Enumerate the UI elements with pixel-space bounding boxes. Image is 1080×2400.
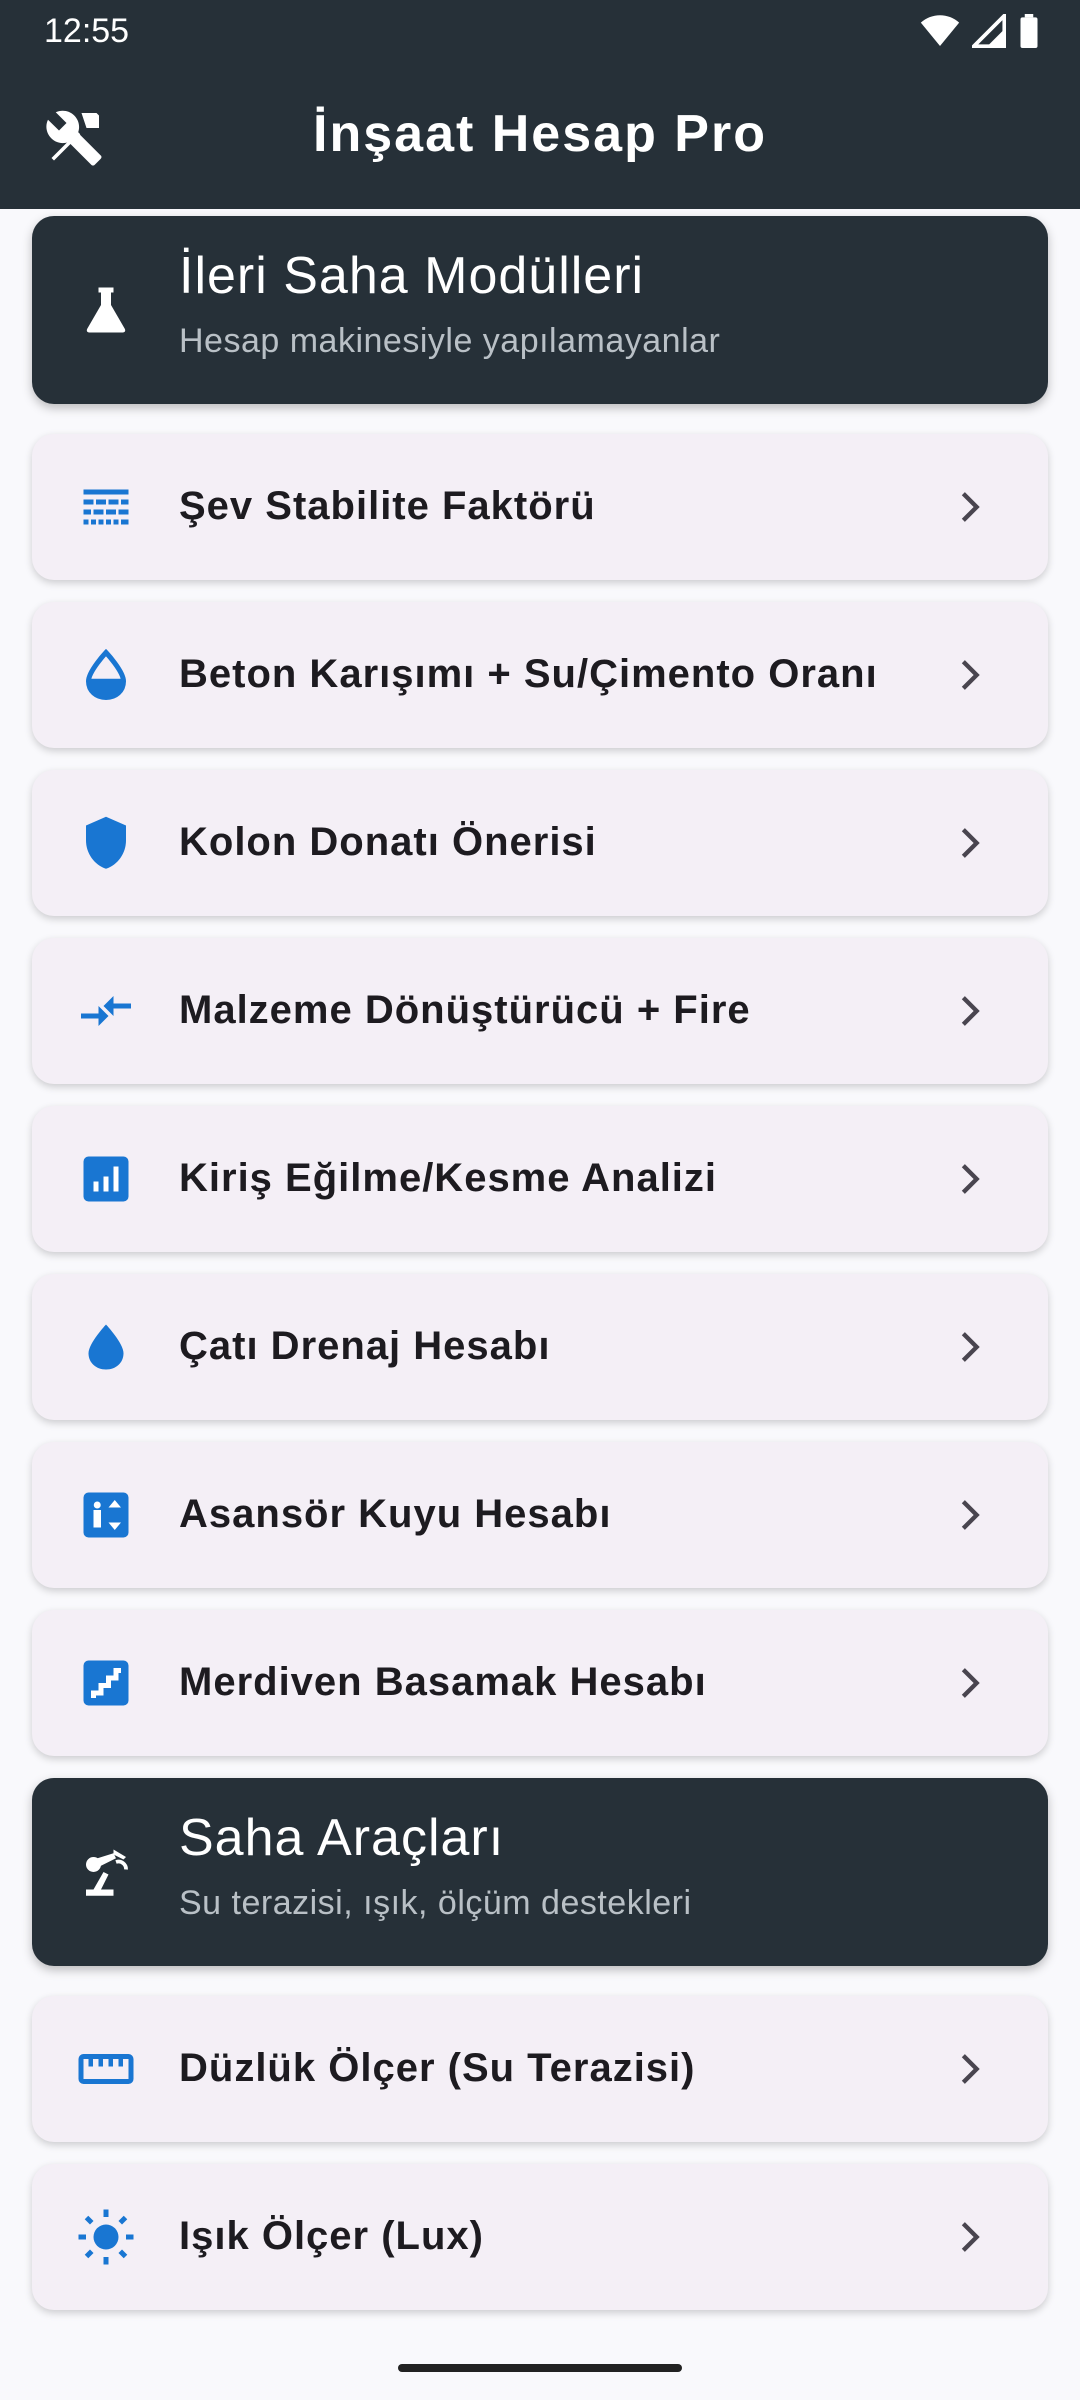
- section-title: Saha Araçları: [179, 1809, 505, 1867]
- menu-item-slope-stability[interactable]: Şev Stabilite Faktörü: [32, 434, 1048, 580]
- menu-item-spirit-level[interactable]: Düzlük Ölçer (Su Terazisi): [32, 1996, 1048, 2142]
- signal-icon: [972, 14, 1006, 48]
- menu-item-label: Merdiven Basamak Hesabı: [179, 1660, 707, 1704]
- section-header-field-tools: Saha Araçları Su terazisi, ışık, ölçüm d…: [32, 1778, 1048, 1966]
- status-icons: [920, 14, 1040, 48]
- menu-item-label: Malzeme Dönüştürücü + Fire: [179, 988, 751, 1032]
- chevron-right-icon: [961, 1500, 980, 1530]
- menu-item-column-rebar[interactable]: Kolon Donatı Önerisi: [32, 770, 1048, 916]
- chevron-right-icon: [961, 1164, 980, 1194]
- menu-item-stairs[interactable]: Merdiven Basamak Hesabı: [32, 1610, 1048, 1756]
- shield-icon: [86, 816, 126, 869]
- menu-item-concrete-mix[interactable]: Beton Karışımı + Su/Çimento Oranı: [32, 602, 1048, 748]
- menu-item-label: Kolon Donatı Önerisi: [179, 820, 597, 864]
- ruler-icon: [78, 2054, 134, 2084]
- precision-tool-icon: [86, 1849, 128, 1896]
- menu-item-label: Şev Stabilite Faktörü: [179, 484, 596, 528]
- chevron-right-icon: [961, 1668, 980, 1698]
- menu-item-label: Asansör Kuyu Hesabı: [179, 1492, 612, 1536]
- app-title: İnşaat Hesap Pro: [313, 105, 767, 163]
- main-content: İleri Saha Modülleri Hesap makinesiyle y…: [32, 216, 1048, 2332]
- menu-item-roof-drainage[interactable]: Çatı Drenaj Hesabı: [32, 1274, 1048, 1420]
- section-subtitle: Su terazisi, ışık, ölçüm destekleri: [179, 1884, 692, 1922]
- section-subtitle: Hesap makinesiyle yapılamayanlar: [179, 322, 721, 360]
- sun-icon: [78, 2209, 134, 2265]
- stairs-icon: [83, 1660, 129, 1706]
- menu-item-label: Düzlük Ölçer (Su Terazisi): [179, 2046, 696, 2090]
- chevron-right-icon: [961, 828, 980, 858]
- flask-icon: [86, 287, 126, 333]
- battery-icon: [1020, 14, 1038, 48]
- elevator-icon: [83, 1492, 129, 1538]
- chevron-right-icon: [961, 2054, 980, 2084]
- status-time: 12:55: [44, 12, 130, 50]
- section-header-advanced-modules: İleri Saha Modülleri Hesap makinesiyle y…: [32, 216, 1048, 404]
- chevron-right-icon: [961, 492, 980, 522]
- compare-arrows-icon: [81, 996, 131, 1026]
- menu-item-label: Beton Karışımı + Su/Çimento Oranı: [179, 652, 878, 696]
- analytics-icon: [83, 1156, 129, 1202]
- home-indicator[interactable]: [398, 2364, 682, 2372]
- drop-icon: [88, 1324, 124, 1370]
- app-header: 12:55 İnşaat Hesap Pro: [0, 0, 1080, 209]
- menu-item-elevator-shaft[interactable]: Asansör Kuyu Hesabı: [32, 1442, 1048, 1588]
- chevron-right-icon: [961, 2222, 980, 2252]
- chevron-right-icon: [961, 996, 980, 1026]
- menu-item-material-converter[interactable]: Malzeme Dönüştürücü + Fire: [32, 938, 1048, 1084]
- section-title: İleri Saha Modülleri: [179, 247, 645, 305]
- water-drop-icon: [85, 648, 127, 701]
- menu-item-beam-analysis[interactable]: Kiriş Eğilme/Kesme Analizi: [32, 1106, 1048, 1252]
- chevron-right-icon: [961, 1332, 980, 1362]
- menu-item-label: Kiriş Eğilme/Kesme Analizi: [179, 1156, 718, 1200]
- wifi-icon: [920, 15, 960, 46]
- menu-item-label: Işık Ölçer (Lux): [179, 2214, 484, 2258]
- menu-item-light-meter[interactable]: Işık Ölçer (Lux): [32, 2164, 1048, 2310]
- chevron-right-icon: [961, 660, 980, 690]
- menu-item-label: Çatı Drenaj Hesabı: [179, 1324, 551, 1368]
- layers-icon: [83, 489, 129, 525]
